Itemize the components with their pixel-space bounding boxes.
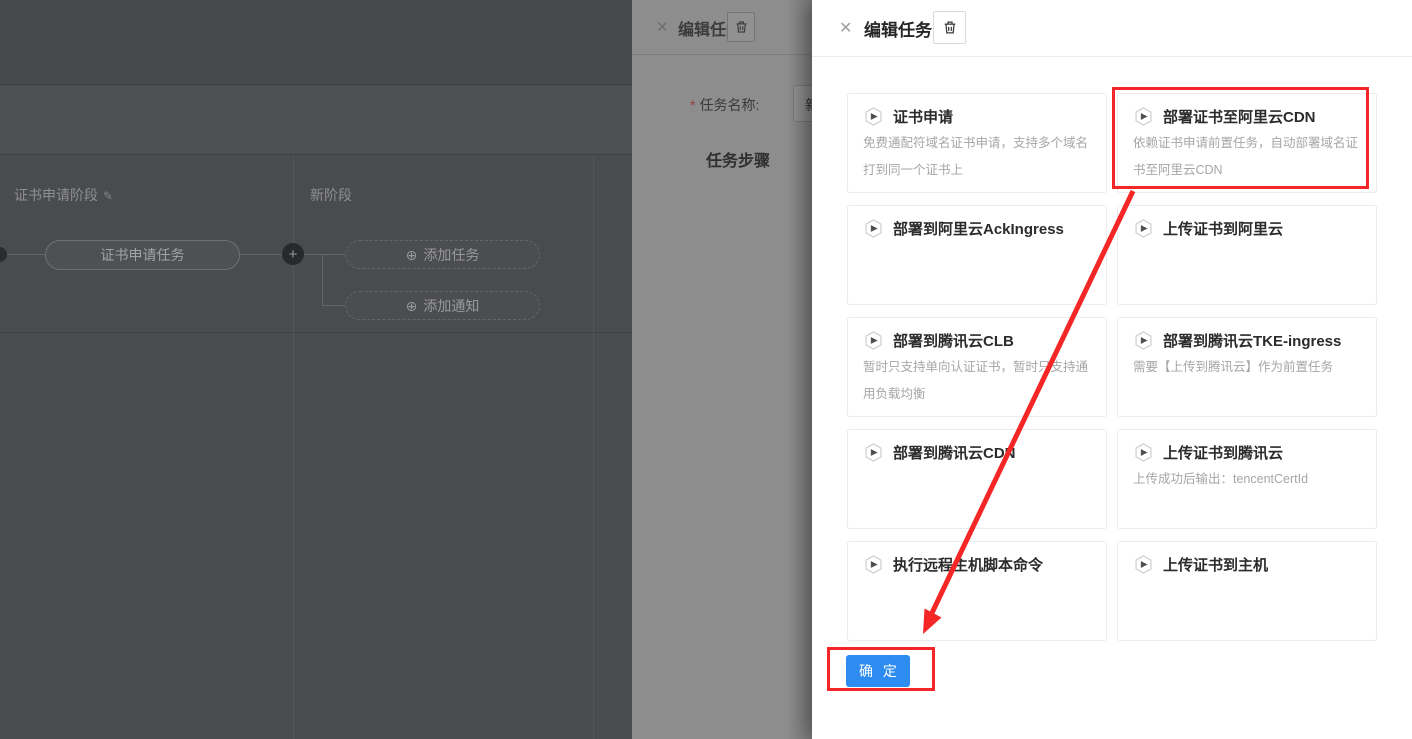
- task-card[interactable]: 证书申请 免费通配符域名证书申请，支持多个域名打到同一个证书上: [847, 93, 1107, 193]
- task-card-title: 执行远程主机脚本命令: [893, 554, 1043, 575]
- task-card[interactable]: 部署证书至阿里云CDN 依赖证书申请前置任务，自动部署域名证书至阿里云CDN: [1117, 93, 1377, 193]
- task-steps-heading: 任务步骤: [706, 147, 770, 171]
- edit-task-drawer: ✕ 编辑任务 证书申请 免费通配符域名证书申请，支持多个域名打到同一个证书上 部…: [812, 0, 1412, 739]
- stage-label-new: 新阶段: [310, 185, 352, 205]
- task-card-title: 部署到腾讯云CDN: [893, 442, 1016, 463]
- connector-line: [7, 254, 45, 255]
- circle-plus-icon: ⊕: [406, 248, 418, 262]
- drawer-shadow: [786, 0, 812, 739]
- delete-task-button[interactable]: [727, 12, 755, 42]
- trash-icon: [942, 19, 958, 36]
- app-root: 证书申请阶段✎ 新阶段 证书申请任务 + ⊕ 添加任务 ⊕ 添加通知 ✕ 编辑任…: [0, 0, 1412, 739]
- connector-line: [322, 254, 323, 305]
- task-card-description: 暂时只支持单向认证证书，暂时只支持通用负载均衡: [863, 354, 1091, 408]
- task-card-title: 证书申请: [893, 106, 953, 127]
- task-type-icon: [863, 218, 884, 239]
- task-type-icon: [1133, 218, 1154, 239]
- add-notification-button[interactable]: ⊕ 添加通知: [345, 291, 540, 320]
- task-card[interactable]: 部署到腾讯云TKE-ingress 需要【上传到腾讯云】作为前置任务: [1117, 317, 1377, 417]
- task-card[interactable]: 上传证书到主机: [1117, 541, 1377, 641]
- task-card[interactable]: 部署到腾讯云CLB 暂时只支持单向认证证书，暂时只支持通用负载均衡: [847, 317, 1107, 417]
- task-card[interactable]: 上传证书到阿里云: [1117, 205, 1377, 305]
- task-card[interactable]: 上传证书到腾讯云 上传成功后输出：tencentCertId: [1117, 429, 1377, 529]
- connector-line: [322, 305, 345, 306]
- stage-label-cert-apply: 证书申请阶段✎: [14, 185, 113, 205]
- stage-divider: [593, 156, 594, 739]
- task-card[interactable]: 部署到阿里云AckIngress: [847, 205, 1107, 305]
- task-type-icon: [863, 554, 884, 575]
- task-type-icon: [1133, 106, 1154, 127]
- task-card-title: 部署到阿里云AckIngress: [893, 218, 1064, 239]
- task-card-grid: 证书申请 免费通配符域名证书申请，支持多个域名打到同一个证书上 部署证书至阿里云…: [847, 93, 1377, 641]
- task-node-cert-apply[interactable]: 证书申请任务: [45, 240, 240, 270]
- trash-icon: [734, 19, 749, 35]
- task-type-icon: [1133, 330, 1154, 351]
- required-mark: *: [690, 97, 695, 113]
- task-card-description: 需要【上传到腾讯云】作为前置任务: [1133, 354, 1361, 381]
- task-card-title: 上传证书到主机: [1163, 554, 1268, 575]
- task-card-description: 免费通配符域名证书申请，支持多个域名打到同一个证书上: [863, 130, 1091, 184]
- confirm-button[interactable]: 确 定: [846, 655, 910, 687]
- task-card-title: 部署证书至阿里云CDN: [1163, 106, 1316, 127]
- dim-drawer-header: ✕ 编辑任务: [632, 0, 812, 55]
- task-type-icon: [863, 330, 884, 351]
- edit-task-drawer-dimmed: ✕ 编辑任务 *任务名称: 新 任务步骤: [632, 0, 812, 739]
- circle-plus-icon: ⊕: [406, 299, 418, 313]
- drawer-title: 编辑任务: [864, 16, 932, 41]
- task-type-icon: [863, 106, 884, 127]
- connector-line: [240, 254, 282, 255]
- edit-icon: ✎: [103, 189, 113, 203]
- task-name-label: *任务名称:: [690, 95, 759, 115]
- drawer-header: ✕ 编辑任务: [812, 0, 1412, 57]
- task-card-description: 上传成功后输出：tencentCertId: [1133, 466, 1361, 493]
- task-card-title: 部署到腾讯云TKE-ingress: [1163, 330, 1341, 351]
- connector-line: [304, 254, 345, 255]
- close-icon[interactable]: ✕: [839, 18, 852, 38]
- delete-task-button[interactable]: [933, 11, 966, 44]
- task-card-title: 上传证书到阿里云: [1163, 218, 1283, 239]
- task-card-title: 部署到腾讯云CLB: [893, 330, 1014, 351]
- add-task-button[interactable]: ⊕ 添加任务: [345, 240, 540, 269]
- task-type-icon: [863, 442, 884, 463]
- task-card[interactable]: 部署到腾讯云CDN: [847, 429, 1107, 529]
- task-card-title: 上传证书到腾讯云: [1163, 442, 1283, 463]
- task-card-description: 依赖证书申请前置任务，自动部署域名证书至阿里云CDN: [1133, 130, 1361, 184]
- task-card[interactable]: 执行远程主机脚本命令: [847, 541, 1107, 641]
- close-icon[interactable]: ✕: [656, 18, 669, 36]
- task-type-icon: [1133, 554, 1154, 575]
- task-type-icon: [1133, 442, 1154, 463]
- add-stage-plus-button[interactable]: +: [282, 243, 304, 265]
